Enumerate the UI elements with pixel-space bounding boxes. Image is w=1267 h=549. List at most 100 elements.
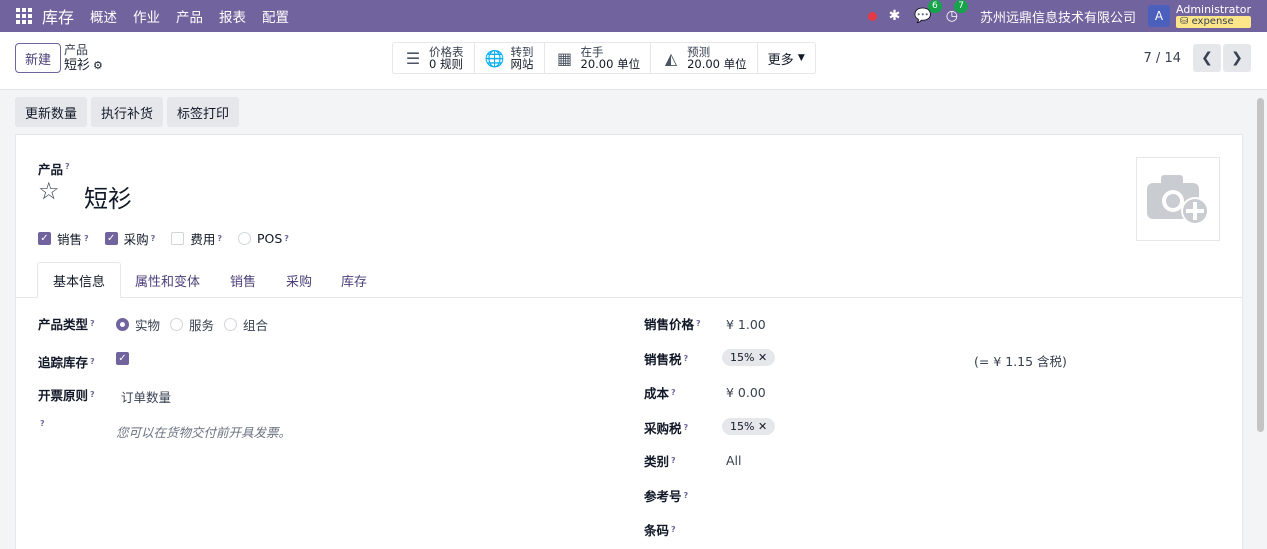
website-smart-button[interactable]: 🌐 转到 网站 (475, 43, 545, 73)
checkbox-label: 费用 (190, 232, 216, 247)
invoice-policy-select[interactable]: 订单数量 (121, 387, 171, 406)
help-icon[interactable]: ? (671, 456, 676, 465)
sales-price-field[interactable]: ¥ 1.00 (726, 317, 766, 332)
on-hand-smart-button[interactable]: ▦ 在手 20.00 单位 (545, 43, 652, 73)
app-name[interactable]: 库存 (42, 4, 74, 28)
product-type-radio: 实物 服务 组合 (116, 315, 268, 334)
camera-plus-icon (1147, 175, 1209, 225)
pager-previous-button[interactable]: ❮ (1193, 44, 1221, 72)
more-label: 更多 (767, 52, 794, 68)
print-labels-button[interactable]: 标签打印 (167, 97, 240, 127)
help-icon[interactable]: ? (284, 234, 289, 243)
radio-label: 实物 (135, 318, 161, 333)
help-icon[interactable]: ? (671, 388, 676, 397)
apps-menu-icon[interactable] (16, 8, 32, 24)
smart-button-value: 20.00 单位 (687, 57, 747, 71)
breadcrumb-parent[interactable]: 产品 (64, 43, 103, 58)
radio-combo[interactable] (224, 318, 238, 331)
database-badge: ⛁ expense (1176, 16, 1251, 28)
checkbox-box (237, 232, 251, 245)
sales-tax-tag[interactable]: 15% ✕ (722, 349, 776, 366)
help-icon[interactable]: ? (684, 354, 689, 363)
notebook-tabs: 基本信息 属性和变体 销售 采购 库存 (16, 262, 1242, 298)
category-label: 类别 (644, 454, 670, 469)
sales-price-label: 销售价格 (644, 317, 695, 332)
list-icon: ☰ (405, 48, 421, 68)
menu-overview[interactable]: 概述 (90, 6, 117, 26)
product-name-field[interactable]: 短衫 (84, 179, 132, 214)
can-be-sold-checkbox[interactable]: ✓ 销售? (38, 229, 89, 248)
close-icon[interactable]: ✕ (758, 420, 767, 433)
messages-icon[interactable]: 💬 6 (914, 0, 942, 24)
cost-label: 成本 (644, 386, 670, 401)
help-icon[interactable]: ? (40, 419, 45, 428)
star-icon[interactable]: ☆ (38, 177, 60, 205)
menu-operations[interactable]: 作业 (133, 6, 160, 26)
checkbox-box (171, 232, 185, 245)
avatar[interactable]: A (1148, 5, 1170, 27)
new-button[interactable]: 新建 (15, 43, 61, 73)
pricelist-smart-button[interactable]: ☰ 价格表 0 规则 (393, 43, 475, 73)
menu-reporting[interactable]: 报表 (219, 6, 246, 26)
tab-inventory[interactable]: 库存 (341, 262, 367, 298)
product-image-placeholder[interactable] (1136, 157, 1220, 241)
replenish-button[interactable]: 执行补货 (91, 97, 164, 127)
help-icon[interactable]: ? (90, 319, 95, 328)
menu-configuration[interactable]: 配置 (262, 6, 289, 26)
forecast-smart-button[interactable]: ◭ 预测 20.00 单位 (651, 43, 758, 73)
tab-sales[interactable]: 销售 (230, 262, 256, 298)
help-icon[interactable]: ? (684, 423, 689, 432)
database-name: expense (1191, 16, 1234, 27)
chevron-left-icon: ❮ (1201, 50, 1213, 66)
can-be-purchased-checkbox[interactable]: ✓ 采购? (104, 229, 156, 248)
activities-icon[interactable]: ◷ 7 (946, 0, 968, 24)
record-indicator-icon[interactable] (867, 11, 877, 21)
messages-badge: 6 (928, 0, 942, 13)
top-navbar: 库存 概述 作业 产品 报表 配置 ✱ 💬 6 ◷ 7 苏州远鼎信息技术有限公司 A… (0, 0, 1267, 32)
smart-button-value: 网站 (510, 57, 534, 71)
caret-down-icon: ▼ (797, 53, 805, 63)
help-icon[interactable]: ? (84, 234, 89, 243)
company-switcher[interactable]: 苏州远鼎信息技术有限公司 (980, 7, 1136, 26)
help-icon[interactable]: ? (90, 390, 95, 399)
track-inventory-checkbox[interactable]: ✓ (116, 352, 129, 365)
radio-label: 服务 (189, 318, 215, 333)
tab-purchase[interactable]: 采购 (286, 262, 312, 298)
help-icon[interactable]: ? (90, 357, 95, 366)
can-be-expensed-checkbox[interactable]: 费用? (171, 229, 222, 248)
more-button[interactable]: 更多 ▼ (758, 43, 815, 73)
pager-next-button[interactable]: ❯ (1223, 44, 1251, 72)
pager-value[interactable]: 7 / 14 (1144, 51, 1181, 66)
user-name: Administrator (1176, 3, 1251, 16)
category-field[interactable]: All (726, 453, 742, 468)
globe-icon: 🌐 (484, 48, 505, 68)
help-icon[interactable]: ? (684, 491, 689, 500)
purchase-tax-tag[interactable]: 15% ✕ (722, 418, 776, 435)
gear-icon[interactable]: ⚙ (93, 59, 103, 72)
pos-checkbox[interactable]: POS? (237, 231, 289, 246)
help-icon[interactable]: ? (671, 525, 676, 534)
smart-button-value: 20.00 单位 (580, 57, 641, 71)
help-icon[interactable]: ? (217, 234, 222, 243)
tab-attributes-variants[interactable]: 属性和变体 (135, 262, 200, 298)
scrollbar[interactable] (1257, 98, 1264, 432)
update-quantity-button[interactable]: 更新数量 (15, 97, 88, 127)
barcode-label: 条码 (644, 523, 670, 538)
cubes-icon: ▦ (556, 48, 573, 68)
close-icon[interactable]: ✕ (758, 351, 767, 364)
cost-field[interactable]: ¥ 0.00 (726, 385, 766, 400)
help-icon[interactable]: ? (151, 234, 156, 243)
activities-badge: 7 (954, 0, 968, 13)
menu-products[interactable]: 产品 (176, 6, 203, 26)
area-chart-icon: ◭ (664, 48, 678, 68)
pager: 7 / 14 ❮ ❯ (1144, 44, 1251, 72)
tab-general-info[interactable]: 基本信息 (37, 262, 122, 298)
breadcrumb-current: 短衫 (64, 58, 91, 73)
purchase-tax-label: 采购税 (644, 421, 682, 436)
help-icon[interactable]: ? (696, 319, 701, 328)
bug-icon[interactable]: ✱ (889, 8, 901, 24)
radio-service[interactable] (170, 318, 184, 331)
radio-goods[interactable] (116, 318, 129, 331)
user-menu[interactable]: Administrator ⛁ expense (1176, 4, 1251, 28)
help-icon[interactable]: ? (65, 162, 70, 171)
